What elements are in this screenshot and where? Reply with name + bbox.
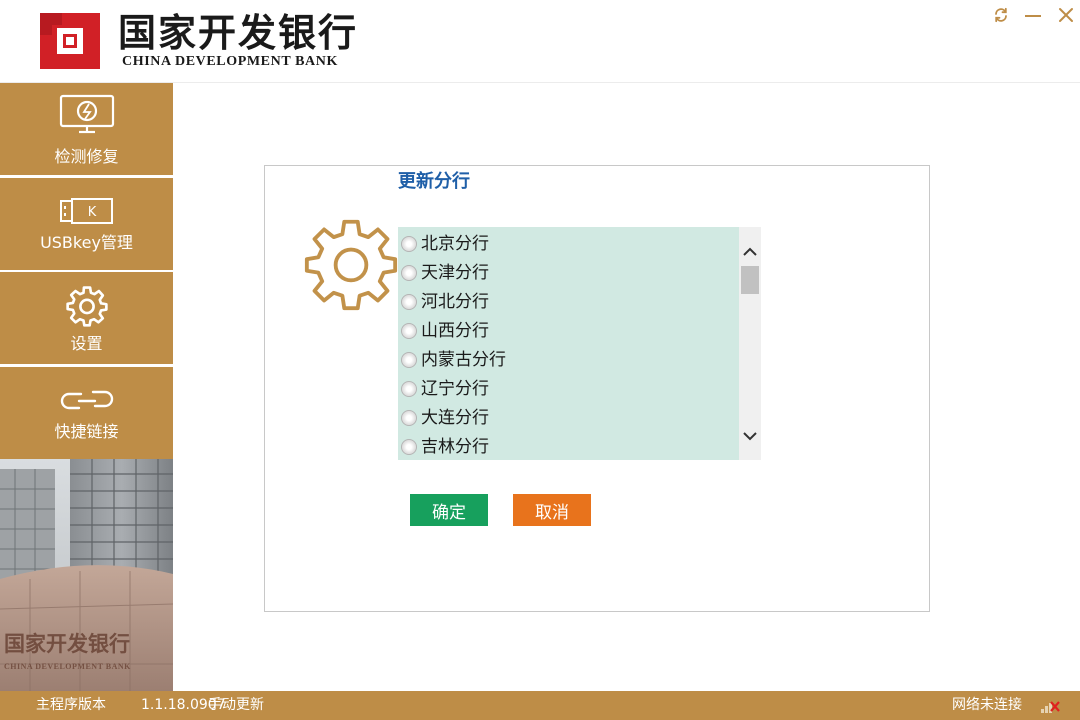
photo-caption-cn: 国家开发银行	[4, 631, 130, 656]
bank-name-en: CHINA DEVELOPMENT BANK	[122, 54, 338, 69]
sidebar-item-links[interactable]: 快捷链接	[0, 367, 173, 459]
network-disconnected-icon	[1040, 698, 1060, 714]
radio-button[interactable]	[401, 264, 417, 281]
network-status: 网络未连接	[952, 697, 1022, 713]
list-item[interactable]: 天津分行	[398, 258, 739, 287]
branch-label: 河北分行	[421, 291, 489, 312]
branch-list[interactable]: 北京分行 天津分行 河北分行 山西分行 内蒙古分行 辽宁分行 大连分行 吉林分行	[398, 227, 761, 460]
list-item[interactable]: 内蒙古分行	[398, 345, 739, 374]
list-item[interactable]: 辽宁分行	[398, 374, 739, 403]
radio-button[interactable]	[401, 293, 417, 310]
chevron-up-icon[interactable]	[739, 237, 761, 267]
sidebar: 检测修复 K USBkey管理 设置 快捷链接 国家开发银行 CHINA DEV…	[0, 83, 173, 691]
sidebar-item-label: 设置	[70, 334, 103, 353]
bank-name: 国家开发银行 CHINA DEVELOPMENT BANK	[118, 12, 370, 70]
gear-icon	[301, 216, 401, 312]
radio-button[interactable]	[401, 380, 417, 397]
radio-button[interactable]	[401, 235, 417, 252]
panel-title: 更新分行	[398, 171, 470, 192]
minimize-icon[interactable]	[1022, 4, 1044, 26]
sidebar-item-label: 检测修复	[54, 147, 119, 166]
sidebar-item-label: USBkey管理	[40, 233, 133, 252]
cancel-button[interactable]: 取消	[513, 494, 591, 526]
scroll-thumb[interactable]	[741, 266, 759, 294]
sidebar-item-usbkey[interactable]: K USBkey管理	[0, 178, 173, 270]
version-label: 主程序版本	[36, 697, 106, 713]
branch-label: 天津分行	[421, 262, 489, 283]
link-icon	[57, 385, 117, 419]
building-photo: 国家开发银行 CHINA DEVELOPMENT BANK	[0, 459, 173, 691]
bank-name-cn: 国家开发银行	[118, 10, 359, 55]
svg-text:K: K	[87, 205, 96, 220]
confirm-button[interactable]: 确定	[410, 494, 488, 526]
list-item[interactable]: 大连分行	[398, 403, 739, 432]
radio-button[interactable]	[401, 351, 417, 368]
radio-button[interactable]	[401, 409, 417, 426]
list-item[interactable]: 山西分行	[398, 316, 739, 345]
status-bar: 主程序版本 1.1.18.0907 手动更新 网络未连接	[0, 691, 1080, 720]
bank-logo-icon	[40, 13, 100, 69]
chevron-down-icon[interactable]	[739, 421, 761, 451]
sidebar-item-repair[interactable]: 检测修复	[0, 83, 173, 175]
photo-caption-en: CHINA DEVELOPMENT BANK	[4, 662, 131, 671]
refresh-icon[interactable]	[990, 4, 1012, 26]
list-item[interactable]: 吉林分行	[398, 432, 739, 460]
branch-label: 北京分行	[421, 233, 489, 254]
close-icon[interactable]	[1055, 4, 1077, 26]
list-scrollbar[interactable]	[739, 227, 761, 460]
sidebar-item-settings[interactable]: 设置	[0, 272, 173, 364]
sidebar-item-label: 快捷链接	[54, 422, 119, 441]
manual-update-link[interactable]: 手动更新	[208, 697, 264, 714]
list-item[interactable]: 北京分行	[398, 229, 739, 258]
branch-label: 辽宁分行	[421, 378, 489, 399]
gear-icon	[64, 284, 110, 332]
monitor-repair-icon	[59, 94, 115, 140]
radio-button[interactable]	[401, 438, 417, 455]
app-header: 国家开发银行 CHINA DEVELOPMENT BANK	[0, 0, 1080, 83]
branch-label: 吉林分行	[421, 436, 489, 457]
update-branch-panel: 更新分行 北京分行 天津分行 河北分行 山西分行 内蒙古分行 辽宁分行 大连分行…	[264, 165, 930, 612]
list-item[interactable]: 河北分行	[398, 287, 739, 316]
branch-label: 山西分行	[421, 320, 489, 341]
radio-button[interactable]	[401, 322, 417, 339]
usbkey-icon: K	[59, 198, 114, 228]
branch-label: 大连分行	[421, 407, 489, 428]
branch-label: 内蒙古分行	[421, 349, 506, 370]
